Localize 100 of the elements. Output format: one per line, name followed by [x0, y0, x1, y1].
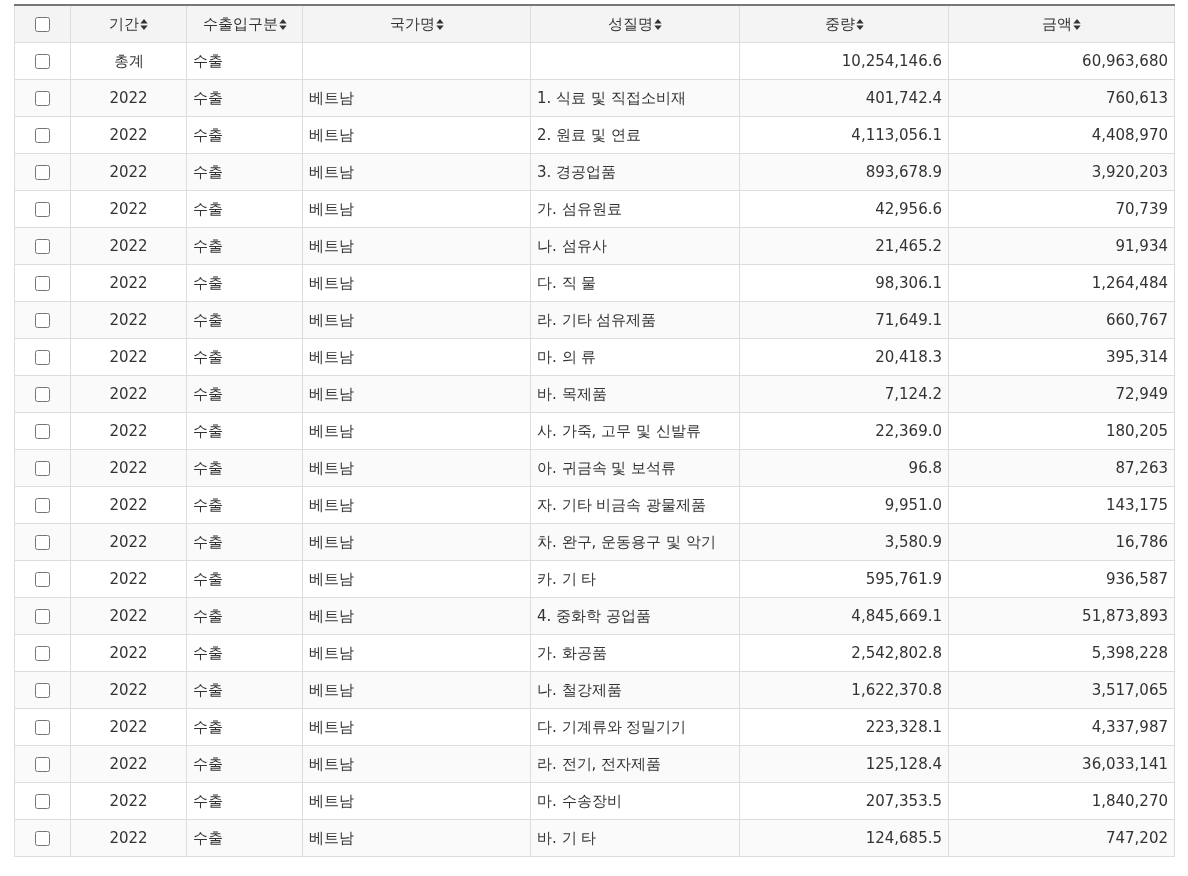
table-cell: 수출 — [193, 458, 223, 477]
table-cell: 수출 — [193, 828, 223, 847]
table-cell: 수출 — [193, 125, 223, 144]
table-cell: 수출 — [193, 347, 223, 366]
row-checkbox[interactable] — [35, 646, 50, 661]
table-cell: 수출 — [193, 680, 223, 699]
row-checkbox[interactable] — [35, 350, 50, 365]
table-cell: 87,263 — [1115, 459, 1168, 477]
table-cell: 747,202 — [1105, 829, 1168, 847]
row-checkbox[interactable] — [35, 498, 50, 513]
table-cell: 595,761.9 — [865, 570, 942, 588]
sort-icon — [1073, 18, 1081, 30]
column-header[interactable]: 국가명 — [389, 14, 444, 34]
row-checkbox[interactable] — [35, 313, 50, 328]
sort-icon — [278, 18, 287, 30]
table-cell: 2022 — [109, 533, 148, 551]
table-cell: 수출 — [193, 717, 223, 736]
table-cell: 2022 — [109, 237, 148, 255]
row-checkbox[interactable] — [35, 239, 50, 254]
table-cell: 3. 경공업품 — [537, 162, 617, 181]
row-checkbox[interactable] — [35, 683, 50, 698]
table-cell: 수출 — [193, 310, 223, 329]
table-cell: 1,622,370.8 — [851, 681, 942, 699]
table-cell: 베트남 — [309, 125, 354, 144]
table-cell: 2022 — [109, 89, 148, 107]
table-cell: 660,767 — [1105, 311, 1168, 329]
column-header[interactable]: 기간 — [109, 14, 148, 34]
table-cell: 9,951.0 — [884, 496, 942, 514]
table-cell: 베트남 — [309, 754, 354, 773]
table-cell: 96.8 — [908, 459, 942, 477]
table-cell: 936,587 — [1105, 570, 1168, 588]
table-cell: 124,685.5 — [865, 829, 942, 847]
table-cell: 수출 — [193, 421, 223, 440]
row-checkbox[interactable] — [35, 720, 50, 735]
table-cell: 3,920,203 — [1091, 163, 1168, 181]
row-checkbox[interactable] — [35, 535, 50, 550]
table-cell: 401,742.4 — [865, 89, 942, 107]
row-checkbox[interactable] — [35, 91, 50, 106]
table-cell: 2022 — [109, 792, 148, 810]
table-cell: 2022 — [109, 348, 148, 366]
table-cell: 2022 — [109, 311, 148, 329]
table-cell: 22,369.0 — [875, 422, 942, 440]
table-cell: 70,739 — [1115, 200, 1168, 218]
table-cell: 2022 — [109, 829, 148, 847]
table-cell: 나. 섬유사 — [537, 236, 607, 255]
table-cell: 가. 화공품 — [537, 643, 607, 662]
column-header[interactable]: 중량 — [824, 14, 864, 34]
table-cell: 2022 — [109, 496, 148, 514]
table-cell: 180,205 — [1105, 422, 1168, 440]
column-header[interactable]: 성질명 — [608, 14, 662, 34]
table-cell: 4,337,987 — [1091, 718, 1168, 736]
row-checkbox[interactable] — [35, 572, 50, 587]
row-checkbox[interactable] — [35, 757, 50, 772]
table-cell: 마. 수송장비 — [537, 791, 622, 810]
column-header[interactable]: 금액 — [1042, 14, 1081, 34]
table-cell: 4. 중화학 공업품 — [537, 606, 651, 625]
row-checkbox[interactable] — [35, 165, 50, 180]
row-checkbox[interactable] — [35, 794, 50, 809]
table-cell: 베트남 — [309, 458, 354, 477]
row-checkbox[interactable] — [35, 128, 50, 143]
table-cell: 91,934 — [1115, 237, 1168, 255]
table-cell: 수출 — [193, 643, 223, 662]
table-cell: 수출 — [193, 495, 223, 514]
table-cell: 4,408,970 — [1091, 126, 1168, 144]
table-cell: 수출 — [193, 569, 223, 588]
row-checkbox[interactable] — [35, 609, 50, 624]
table-cell: 다. 직 물 — [537, 273, 597, 292]
table-cell: 수출 — [193, 51, 223, 70]
table-cell: 베트남 — [309, 680, 354, 699]
row-checkbox[interactable] — [35, 424, 50, 439]
row-checkbox[interactable] — [35, 202, 50, 217]
table-cell: 자. 기타 비금속 광물제품 — [537, 495, 707, 514]
table-cell: 10,254,146.6 — [841, 52, 942, 70]
table-cell: 1,264,484 — [1091, 274, 1168, 292]
select-all-checkbox[interactable] — [35, 17, 50, 32]
table-cell: 카. 기 타 — [537, 569, 597, 588]
row-checkbox[interactable] — [35, 387, 50, 402]
table-cell: 수출 — [193, 754, 223, 773]
row-checkbox[interactable] — [35, 54, 50, 69]
table-cell: 2022 — [109, 163, 148, 181]
table-cell: 총계 — [113, 51, 144, 70]
table-cell: 2022 — [109, 644, 148, 662]
table-cell: 2022 — [109, 459, 148, 477]
sort-icon — [855, 18, 864, 30]
table-cell: 4,845,669.1 — [851, 607, 942, 625]
row-checkbox[interactable] — [35, 461, 50, 476]
table-cell: 수출 — [193, 88, 223, 107]
table-cell: 가. 섬유원료 — [537, 199, 622, 218]
table-cell: 42,956.6 — [875, 200, 942, 218]
table-cell: 16,786 — [1115, 533, 1168, 551]
table-cell: 수출 — [193, 236, 223, 255]
table-cell: 베트남 — [309, 606, 354, 625]
table-cell: 207,353.5 — [865, 792, 942, 810]
table-cell: 수출 — [193, 384, 223, 403]
row-checkbox[interactable] — [35, 831, 50, 846]
row-checkbox[interactable] — [35, 276, 50, 291]
table-cell: 2022 — [109, 607, 148, 625]
table-cell: 2,542,802.8 — [851, 644, 942, 662]
table-cell: 2022 — [109, 718, 148, 736]
table-cell: 36,033,141 — [1082, 755, 1168, 773]
